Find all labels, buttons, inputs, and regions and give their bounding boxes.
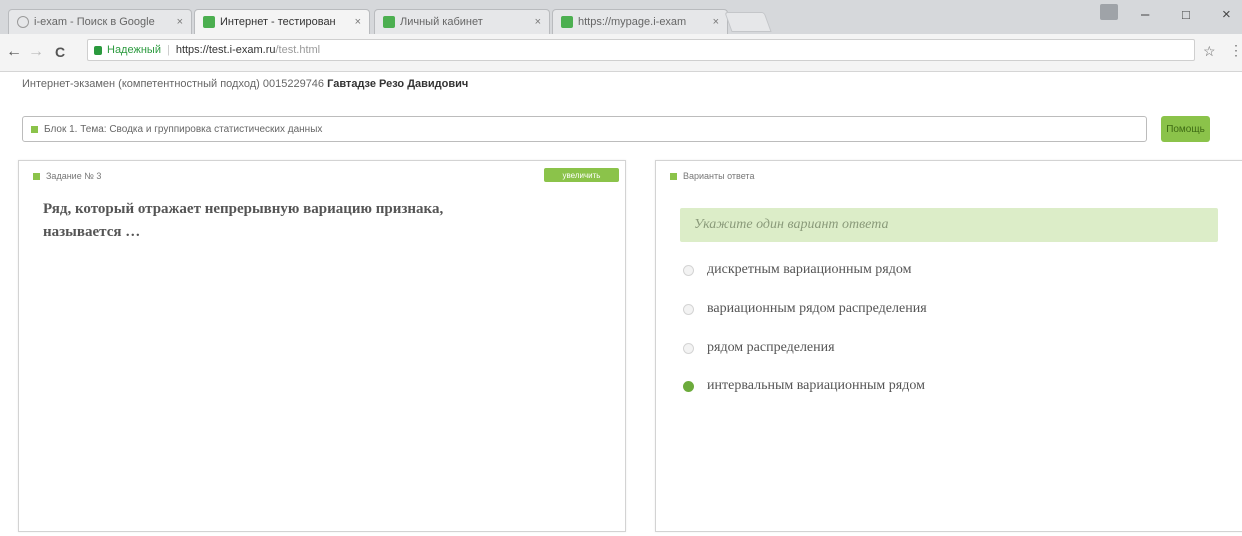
url-host: https://test.i-exam.ru <box>175 44 276 56</box>
browser-toolbar: ← → C Надежный | https://test.i-exam.ru … <box>0 34 1242 72</box>
task-panel: Задание № 3 увеличить Ряд, который отраж… <box>18 160 626 532</box>
student-name: Гавтадзе Резо Давидович <box>327 78 469 90</box>
maximize-icon[interactable]: □ <box>1182 7 1190 22</box>
theme-label: Блок 1. Тема: Сводка и группировка стати… <box>44 123 323 135</box>
profile-icon[interactable] <box>1100 4 1118 20</box>
answer-option[interactable]: рядом распределения <box>683 340 835 356</box>
tab-label: https://mypage.i-exam <box>578 16 687 28</box>
tab-close-icon[interactable]: × <box>713 16 719 28</box>
browser-tab-strip: i-exam - Поиск в Google × Интернет - тес… <box>0 0 1242 34</box>
address-bar[interactable]: Надежный | https://test.i-exam.ru /test.… <box>87 39 1195 61</box>
forward-icon[interactable]: → <box>28 43 44 61</box>
i-exam-icon <box>203 16 215 28</box>
answer-option-label: рядом распределения <box>707 340 835 355</box>
answer-hint: Укажите один вариант ответа <box>680 208 1218 242</box>
tab-label: Интернет - тестирован <box>220 16 336 28</box>
answer-option-label: дискретным вариационным рядом <box>707 262 912 277</box>
radio-button-checked[interactable] <box>683 380 694 392</box>
zoom-button[interactable]: увеличить <box>544 168 619 182</box>
tab-label: Личный кабинет <box>400 16 483 28</box>
back-icon[interactable]: ← <box>6 43 22 61</box>
green-square-icon <box>33 172 40 180</box>
radio-button[interactable] <box>683 342 694 354</box>
answer-option-selected[interactable]: интервальным вариационным рядом <box>683 378 925 394</box>
answer-option-label: вариационным рядом распределения <box>707 301 927 316</box>
task-title: Задание № 3 <box>46 171 102 181</box>
i-exam-icon <box>383 16 395 28</box>
answer-option[interactable]: вариационным рядом распределения <box>683 301 927 317</box>
radio-button[interactable] <box>683 303 694 315</box>
new-tab-button[interactable] <box>724 12 772 32</box>
answer-option-label: интервальным вариационным рядом <box>707 378 925 393</box>
answers-title: Варианты ответа <box>683 171 755 181</box>
answers-panel: Варианты ответа Укажите один вариант отв… <box>655 160 1242 532</box>
tab-label: i-exam - Поиск в Google <box>34 16 155 28</box>
green-square-icon <box>670 172 677 180</box>
green-square-icon <box>31 125 38 133</box>
answers-header: Варианты ответа <box>670 171 754 181</box>
google-icon <box>17 16 29 28</box>
task-header: Задание № 3 <box>33 171 101 181</box>
radio-button[interactable] <box>683 264 694 276</box>
tab-internet-testing[interactable]: Интернет - тестирован × <box>194 9 370 34</box>
close-window-icon[interactable]: × <box>1222 6 1231 23</box>
exam-headline: Интернет-экзамен (компетентностный подхо… <box>22 78 468 90</box>
question-text: Ряд, который отражает непрерывную вариац… <box>43 201 444 240</box>
answer-option[interactable]: дискретным вариационным рядом <box>683 262 911 278</box>
tab-google-search[interactable]: i-exam - Поиск в Google × <box>8 9 192 34</box>
secure-label: Надежный <box>107 44 161 56</box>
exam-info: Интернет-экзамен (компетентностный подхо… <box>22 78 325 90</box>
tab-mypage[interactable]: https://mypage.i-exam × <box>552 9 728 34</box>
lock-icon <box>94 45 102 55</box>
address-separator: | <box>166 44 170 56</box>
tab-close-icon[interactable]: × <box>535 16 541 28</box>
url-path: /test.html <box>275 44 321 56</box>
theme-bar: Блок 1. Тема: Сводка и группировка стати… <box>22 116 1147 142</box>
tab-close-icon[interactable]: × <box>355 16 361 28</box>
reload-icon[interactable]: C <box>55 44 65 60</box>
browser-menu-icon[interactable]: ⋮ <box>1229 42 1242 59</box>
tab-close-icon[interactable]: × <box>177 16 183 28</box>
tab-personal-cabinet[interactable]: Личный кабинет × <box>374 9 550 34</box>
minimize-icon[interactable]: – <box>1141 6 1149 23</box>
help-button[interactable]: Помощь <box>1161 116 1210 142</box>
i-exam-icon <box>561 16 573 28</box>
bookmark-star-icon[interactable]: ☆ <box>1203 43 1216 60</box>
